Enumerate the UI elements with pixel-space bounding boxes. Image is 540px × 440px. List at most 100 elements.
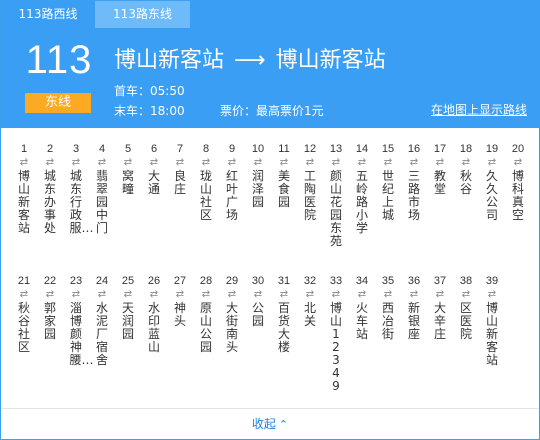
stop-item[interactable]: 32 ⇄ 北关	[297, 274, 323, 328]
stop-number: 15	[381, 143, 395, 155]
stop-item[interactable]: 23 ⇄ 淄博颜神腰…	[63, 274, 94, 367]
bidirectional-arrow-icon: ⇄	[149, 289, 159, 300]
stop-item[interactable]: 10 ⇄ 润泽园	[245, 142, 271, 209]
stop-item[interactable]: 29 ⇄ 大街南头	[219, 274, 245, 354]
stop-item[interactable]: 14 ⇄ 五岭路小学	[349, 142, 375, 235]
bidirectional-arrow-icon: ⇄	[487, 157, 497, 168]
stop-item[interactable]: 18 ⇄ 秋谷	[453, 142, 479, 196]
stop-name: 博山12349	[329, 301, 342, 393]
stop-number: 8	[202, 143, 210, 155]
stop-number: 5	[124, 143, 132, 155]
stop-item[interactable]: 34 ⇄ 火车站	[349, 274, 375, 341]
stop-name: 世纪上城	[381, 169, 394, 222]
stop-item[interactable]: 4 ⇄ 翡翠园中门	[89, 142, 115, 235]
stop-name: 新银座	[407, 301, 420, 341]
stop-item[interactable]: 5 ⇄ 窝疃	[115, 142, 141, 196]
stop-item[interactable]: 9 ⇄ 红叶广场	[219, 142, 245, 222]
stop-item[interactable]: 24 ⇄ 水泥厂宿舍	[89, 274, 115, 367]
stop-name: 工陶医院	[303, 169, 316, 222]
stop-item[interactable]: 3 ⇄ 城东行政服…	[63, 142, 94, 235]
stop-item[interactable]: 8 ⇄ 珑山社区	[193, 142, 219, 222]
stop-number: 33	[329, 275, 343, 287]
collapse-button[interactable]: 收起 ⌃	[1, 408, 539, 439]
stop-item[interactable]: 16 ⇄ 三路市场	[401, 142, 427, 222]
stop-item[interactable]: 37 ⇄ 大辛庄	[427, 274, 453, 341]
stop-item[interactable]: 36 ⇄ 新银座	[401, 274, 427, 341]
stop-name: 淄博颜神腰…	[69, 301, 94, 367]
tab-west-line[interactable]: 113路西线	[1, 1, 95, 28]
stop-item[interactable]: 22 ⇄ 郭家园	[37, 274, 63, 341]
stop-item[interactable]: 35 ⇄ 西冶街	[375, 274, 401, 341]
stop-number: 16	[407, 143, 421, 155]
stop-item[interactable]: 13 ⇄ 颜山花园东苑	[323, 142, 349, 248]
stop-number: 37	[433, 275, 447, 287]
bidirectional-arrow-icon: ⇄	[253, 289, 263, 300]
stop-number: 30	[251, 275, 265, 287]
stop-name: 水泥厂宿舍	[95, 301, 108, 367]
stop-item[interactable]: 1 ⇄ 博山新客站	[11, 142, 37, 235]
stop-number: 1	[20, 143, 28, 155]
stop-name: 良庄	[173, 169, 186, 196]
bidirectional-arrow-icon: ⇄	[305, 157, 315, 168]
stop-item[interactable]: 15 ⇄ 世纪上城	[375, 142, 401, 222]
show-on-map-link[interactable]: 在地图上显示路线	[431, 101, 527, 118]
stop-item[interactable]: 28 ⇄ 原山公园	[193, 274, 219, 354]
stop-number: 21	[17, 275, 31, 287]
stop-item[interactable]: 12 ⇄ 工陶医院	[297, 142, 323, 222]
bidirectional-arrow-icon: ⇄	[227, 289, 237, 300]
stop-item[interactable]: 6 ⇄ 大通	[141, 142, 167, 196]
stop-item[interactable]: 19 ⇄ 久久公司	[479, 142, 505, 222]
bidirectional-arrow-icon: ⇄	[97, 157, 107, 168]
to-station: 博山新客站	[275, 48, 386, 73]
stop-item[interactable]: 38 ⇄ 区医院	[453, 274, 479, 341]
tab-east-line[interactable]: 113路东线	[95, 1, 190, 28]
stop-name: 公园	[251, 301, 264, 328]
stop-name: 西冶街	[381, 301, 394, 341]
bus-route-panel: 113路西线 113路东线 113 东线 博山新客站 ⟶ 博山新客站 首车：05:5…	[0, 0, 540, 440]
stop-item[interactable]: 33 ⇄ 博山12349	[323, 274, 349, 393]
stop-number: 14	[355, 143, 369, 155]
stop-item[interactable]: 11 ⇄ 美食园	[271, 142, 297, 209]
stop-item[interactable]: 31 ⇄ 百货大楼	[271, 274, 297, 354]
bidirectional-arrow-icon: ⇄	[71, 157, 81, 168]
stop-number: 7	[176, 143, 184, 155]
stop-number: 26	[147, 275, 161, 287]
stop-item[interactable]: 39 ⇄ 博山新客站	[479, 274, 505, 367]
stop-number: 22	[43, 275, 57, 287]
stop-number: 19	[485, 143, 499, 155]
bidirectional-arrow-icon: ⇄	[19, 289, 29, 300]
stop-name: 郭家园	[43, 301, 56, 341]
bidirectional-arrow-icon: ⇄	[383, 157, 393, 168]
bidirectional-arrow-icon: ⇄	[435, 289, 445, 300]
bidirectional-arrow-icon: ⇄	[435, 157, 445, 168]
stop-item[interactable]: 20 ⇄ 博科真空	[505, 142, 531, 222]
stop-item[interactable]: 27 ⇄ 神头	[167, 274, 193, 328]
stop-name: 珑山社区	[199, 169, 212, 222]
stop-item[interactable]: 30 ⇄ 公园	[245, 274, 271, 328]
bidirectional-arrow-icon: ⇄	[253, 157, 263, 168]
stop-item[interactable]: 21 ⇄ 秋谷社区	[11, 274, 37, 354]
bidirectional-arrow-icon: ⇄	[279, 157, 289, 168]
stop-item[interactable]: 2 ⇄ 城东办事处	[37, 142, 63, 235]
stop-name: 颜山花园东苑	[329, 169, 342, 248]
stop-name: 城东办事处	[43, 169, 56, 235]
stop-name: 城东行政服…	[69, 169, 94, 235]
stop-name: 红叶广场	[225, 169, 238, 222]
stop-number: 32	[303, 275, 317, 287]
first-bus-time: 首车：05:50	[114, 84, 185, 98]
stop-item[interactable]: 26 ⇄ 水印蓝山	[141, 274, 167, 354]
stop-number: 3	[72, 143, 80, 155]
stop-item[interactable]: 17 ⇄ 教堂	[427, 142, 453, 196]
stop-name: 美食园	[277, 169, 290, 209]
stop-number: 31	[277, 275, 291, 287]
stop-item[interactable]: 7 ⇄ 良庄	[167, 142, 193, 196]
direction-badge: 东线	[25, 93, 91, 113]
stop-name: 大辛庄	[433, 301, 446, 341]
chevron-up-icon: ⌃	[278, 418, 289, 431]
stop-number: 2	[46, 143, 54, 155]
stop-number: 4	[98, 143, 106, 155]
stop-number: 34	[355, 275, 369, 287]
bidirectional-arrow-icon: ⇄	[201, 289, 211, 300]
stop-item[interactable]: 25 ⇄ 天润园	[115, 274, 141, 341]
stop-name: 五岭路小学	[355, 169, 368, 235]
